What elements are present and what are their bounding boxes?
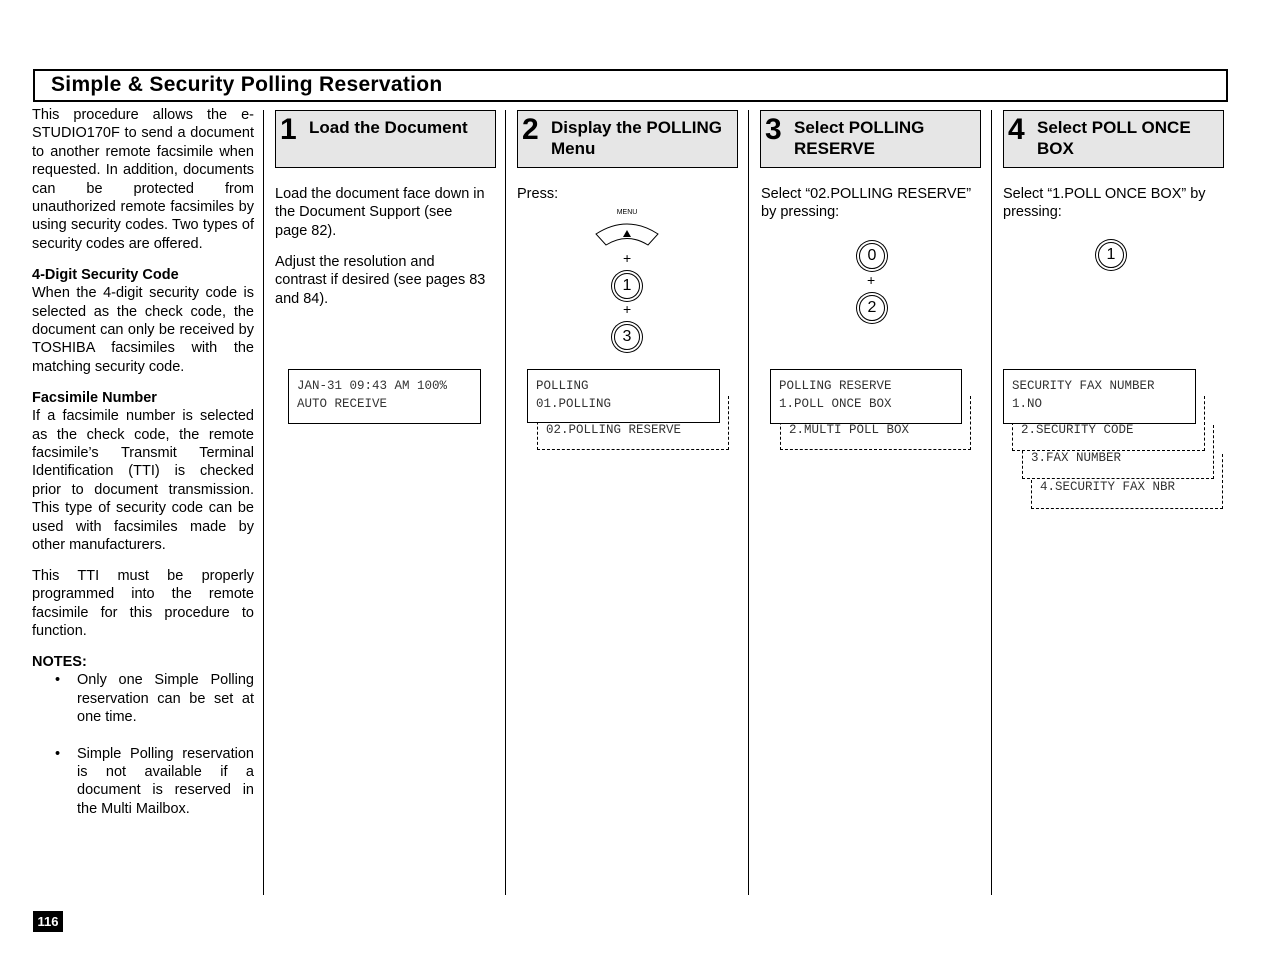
lcd-line: SECURITY FAX NUMBER	[1012, 379, 1155, 393]
step-label: Select POLL ONCE BOX	[1037, 118, 1191, 158]
lcd-line: AUTO RECEIVE	[297, 396, 388, 411]
key-3-button[interactable]: 3	[614, 324, 640, 350]
page-title: Simple & Security Polling Reservation	[51, 73, 443, 96]
lcd-line: 1.NO	[1012, 396, 1043, 411]
column-divider	[748, 110, 749, 895]
column-divider	[505, 110, 506, 895]
fax-number-heading: Facsimile Number	[32, 389, 157, 406]
tti-text: This TTI must be properly programmed int…	[32, 567, 254, 640]
lcd-option-text: 02.POLLING RESERVE	[546, 423, 682, 437]
intro-text: This procedure allows the e-STUDIO170F t…	[32, 107, 254, 252]
left-column: This procedure allows the e-STUDIO170F t…	[32, 106, 254, 836]
security-code-heading: 4-Digit Security Code	[32, 266, 179, 283]
step-text: Press:	[517, 186, 559, 202]
lcd-display: JAN-31 09:43 AM 100% AUTO RECEIVE	[288, 369, 481, 424]
lcd-line: 01.POLLING	[536, 396, 612, 411]
security-code-text: When the 4-digit security code is select…	[32, 285, 254, 375]
column-divider	[991, 110, 992, 895]
lcd-display: POLLING RESERVE 1.POLL ONCE BOX	[770, 369, 962, 424]
page-number: 116	[33, 911, 63, 932]
menu-up-arrow-icon	[595, 223, 659, 246]
step-4-body: Select “1.POLL ONCE BOX” by pressing:	[1003, 185, 1215, 234]
step-label: Load the Document	[309, 118, 468, 137]
column-divider	[263, 110, 264, 895]
key-1-button[interactable]: 1	[1098, 242, 1124, 268]
step-2-header: 2 Display the POLLING Menu	[517, 110, 738, 168]
step-label: Display the POLLING Menu	[551, 118, 722, 158]
lcd-option-text: 2.SECURITY CODE	[1021, 423, 1134, 437]
plus-sign: +	[867, 272, 876, 288]
menu-key-label: MENU	[616, 209, 638, 216]
step-number: 3	[765, 113, 782, 146]
lcd-line: 1.POLL ONCE BOX	[779, 396, 892, 411]
menu-key[interactable]: MENU	[594, 209, 660, 249]
security-code-section: 4-Digit Security Code When the 4-digit se…	[32, 266, 254, 376]
step-text: Load the document face down in the Docum…	[275, 186, 485, 239]
lcd-line: JAN-31 09:43 AM 100%	[297, 379, 448, 393]
manual-page: Simple & Security Polling Reservation Th…	[0, 0, 1269, 954]
plus-sign: +	[623, 250, 632, 266]
step-3-header: 3 Select POLLING RESERVE	[760, 110, 981, 168]
step-1-body: Load the document face down in the Docum…	[275, 185, 487, 320]
step-text: Select “1.POLL ONCE BOX” by pressing:	[1003, 186, 1206, 221]
fax-number-text: If a facsimile number is selected as the…	[32, 408, 254, 553]
lcd-line: POLLING	[536, 379, 589, 393]
key-2-button[interactable]: 2	[859, 295, 885, 321]
step-text: Select “02.POLLING RESERVE” by pressing:	[761, 186, 972, 221]
lcd-option-text: 4.SECURITY FAX NBR	[1040, 480, 1176, 494]
step-4-header: 4 Select POLL ONCE BOX	[1003, 110, 1224, 168]
step-number: 1	[280, 113, 297, 146]
plus-sign: +	[623, 301, 632, 317]
lcd-line: POLLING RESERVE	[779, 379, 892, 393]
lcd-display: POLLING 01.POLLING	[527, 369, 720, 423]
step-3-body: Select “02.POLLING RESERVE” by pressing:	[761, 185, 973, 234]
step-text: Adjust the resolution and contrast if de…	[275, 253, 486, 307]
step-number: 2	[522, 113, 539, 146]
fax-number-section: Facsimile Number If a facsimile number is…	[32, 389, 254, 555]
step-1-header: 1 Load the Document	[275, 110, 496, 168]
notes-heading: NOTES:	[32, 653, 87, 670]
lcd-option-text: 2.MULTI POLL BOX	[789, 423, 910, 437]
step-label: Select POLLING RESERVE	[794, 118, 925, 158]
lcd-display: SECURITY FAX NUMBER 1.NO	[1003, 369, 1196, 424]
key-1-button[interactable]: 1	[614, 273, 640, 299]
step-number: 4	[1008, 113, 1025, 146]
lcd-option-text: 3.FAX NUMBER	[1031, 451, 1122, 465]
note-item: Only one Simple Polling reservation can …	[55, 671, 254, 726]
title-box: Simple & Security Polling Reservation	[33, 69, 1228, 102]
key-0-button[interactable]: 0	[859, 243, 885, 269]
note-item: Simple Polling reservation is not availa…	[55, 745, 254, 819]
notes-list: Only one Simple Polling reservation can …	[32, 671, 254, 818]
